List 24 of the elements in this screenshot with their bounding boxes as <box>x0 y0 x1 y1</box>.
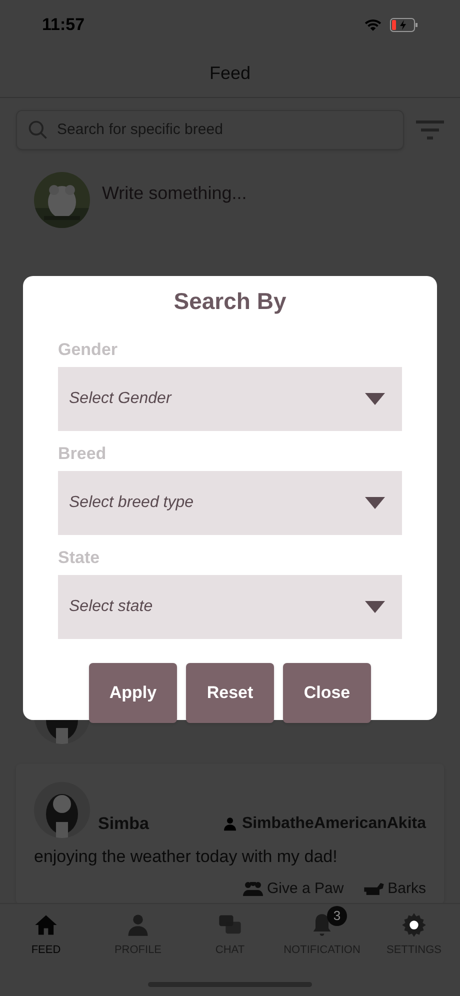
status-time: 11:57 <box>42 14 85 36</box>
caret-icon <box>365 496 385 508</box>
filter-icon[interactable] <box>416 120 444 140</box>
field-label: State <box>58 548 100 566</box>
field-label: Breed <box>58 444 106 462</box>
dog-icon <box>364 882 384 895</box>
settings-icon <box>401 912 427 938</box>
dialog-button[interactable]: Close <box>283 662 371 722</box>
caret-icon <box>365 392 385 404</box>
caret-icon <box>365 600 385 612</box>
dropdown[interactable]: Select Gender <box>58 366 402 430</box>
dialog-title: Search By <box>174 288 286 314</box>
notification-badge: 3 <box>327 906 347 926</box>
person-icon <box>222 816 238 832</box>
people-icon <box>242 882 263 896</box>
wifi-icon <box>364 18 382 32</box>
post-text: enjoying the weather today with my dad! <box>34 846 338 868</box>
dropdown[interactable]: Select breed type <box>58 470 402 534</box>
field-label: Gender <box>58 340 118 358</box>
dialog-button[interactable]: Apply <box>89 662 177 722</box>
dialog-button[interactable]: Reset <box>186 662 274 722</box>
dropdown[interactable]: Select state <box>58 574 402 638</box>
battery-icon <box>390 18 418 32</box>
search-icon <box>27 119 49 141</box>
